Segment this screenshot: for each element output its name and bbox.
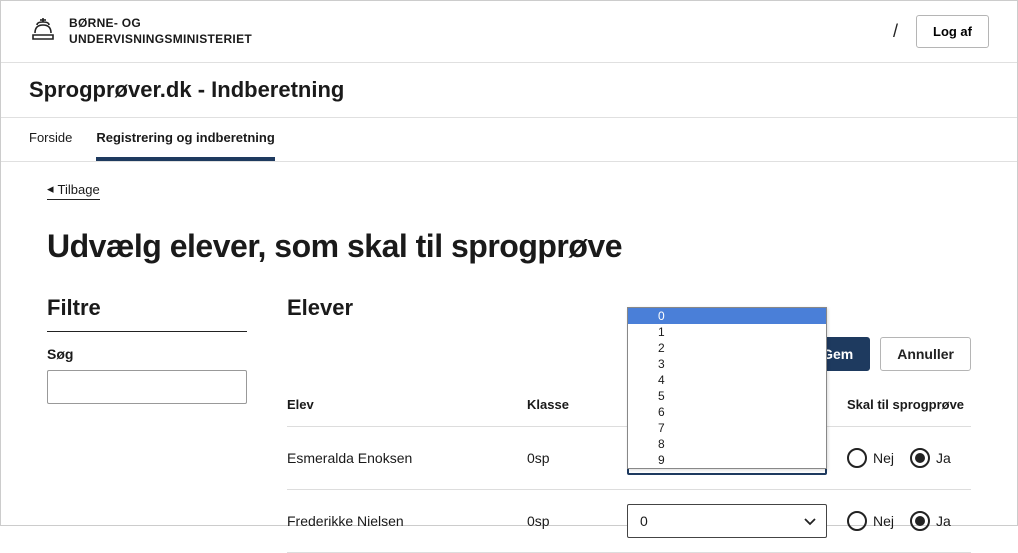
chevron-down-icon xyxy=(804,513,816,529)
cancel-button[interactable]: Annuller xyxy=(880,337,971,371)
dropdown-item[interactable]: 5 xyxy=(628,388,826,404)
dropdown-item[interactable]: 9 xyxy=(628,452,826,468)
students-table: Elev Klasse Skal til sprogprøve Esmerald… xyxy=(287,383,971,553)
radio-ja[interactable]: Ja xyxy=(910,511,951,531)
radio-label-nej: Nej xyxy=(873,450,894,466)
attempts-select-wrap: 0 1 2 3 4 5 6 7 8 9 0 xyxy=(627,441,847,475)
students-panel: Elever Gem Annuller Elev Klasse Skal til… xyxy=(287,295,971,553)
divider xyxy=(47,331,247,332)
dropdown-item[interactable]: 2 xyxy=(628,340,826,356)
dropdown-item[interactable]: 3 xyxy=(628,356,826,372)
radio-nej[interactable]: Nej xyxy=(847,448,894,468)
tab-registrering[interactable]: Registrering og indberetning xyxy=(96,118,274,161)
chevron-left-icon: ◂ xyxy=(47,181,54,197)
user-separator: / xyxy=(893,21,898,42)
table-row: Esmeralda Enoksen 0sp 0 1 2 3 4 5 6 7 xyxy=(287,427,971,490)
ministry-name: BØRNE- OG UNDERVISNINGSMINISTERIET xyxy=(69,16,252,47)
radio-circle-icon xyxy=(910,448,930,468)
brand: BØRNE- OG UNDERVISNINGSMINISTERIET xyxy=(29,15,252,48)
radio-label-ja: Ja xyxy=(936,450,951,466)
dropdown-item[interactable]: 1 xyxy=(628,324,826,340)
app-title: Sprogprøver.dk - Indberetning xyxy=(29,77,989,103)
topbar-right: / Log af xyxy=(893,15,989,48)
dropdown-item[interactable]: 8 xyxy=(628,436,826,452)
radio-nej[interactable]: Nej xyxy=(847,511,894,531)
dropdown-list[interactable]: 0 1 2 3 4 5 6 7 8 9 xyxy=(627,307,827,469)
dropdown-item[interactable]: 4 xyxy=(628,372,826,388)
crown-icon xyxy=(29,15,57,48)
search-input[interactable] xyxy=(47,370,247,404)
back-link[interactable]: ◂ Tilbage xyxy=(47,181,100,200)
col-elev: Elev xyxy=(287,397,527,412)
student-name: Frederikke Nielsen xyxy=(287,513,527,529)
radio-group: Nej Ja xyxy=(847,511,971,531)
radio-circle-icon xyxy=(847,448,867,468)
dropdown-item[interactable]: 7 xyxy=(628,420,826,436)
attempts-select[interactable]: 0 xyxy=(627,504,827,538)
filters-panel: Filtre Søg xyxy=(47,295,247,553)
attempts-select-wrap: 0 xyxy=(627,504,847,538)
dropdown-item[interactable]: 6 xyxy=(628,404,826,420)
radio-label-nej: Nej xyxy=(873,513,894,529)
tab-forside[interactable]: Forside xyxy=(29,118,72,161)
action-buttons: Gem Annuller xyxy=(805,337,971,371)
dropdown-item[interactable]: 0 xyxy=(628,308,826,324)
layout: Filtre Søg Elever Gem Annuller Elev Klas… xyxy=(47,295,971,553)
topbar: BØRNE- OG UNDERVISNINGSMINISTERIET / Log… xyxy=(1,1,1017,63)
content: ◂ Tilbage Udvælg elever, som skal til sp… xyxy=(1,162,1017,553)
filters-title: Filtre xyxy=(47,295,247,321)
student-name: Esmeralda Enoksen xyxy=(287,450,527,466)
radio-circle-icon xyxy=(847,511,867,531)
student-class: 0sp xyxy=(527,513,627,529)
search-label: Søg xyxy=(47,346,247,362)
logout-button[interactable]: Log af xyxy=(916,15,989,48)
select-value: 0 xyxy=(640,513,648,529)
back-label: Tilbage xyxy=(58,182,100,197)
radio-group: Nej Ja xyxy=(847,448,971,468)
page-heading: Udvælg elever, som skal til sprogprøve xyxy=(47,228,971,265)
radio-circle-icon xyxy=(910,511,930,531)
titlebar: Sprogprøver.dk - Indberetning xyxy=(1,63,1017,118)
col-skal-til: Skal til sprogprøve xyxy=(847,397,971,412)
table-row: Frederikke Nielsen 0sp 0 Nej xyxy=(287,490,971,553)
radio-ja[interactable]: Ja xyxy=(910,448,951,468)
radio-label-ja: Ja xyxy=(936,513,951,529)
students-title: Elever xyxy=(287,295,353,321)
col-klasse: Klasse xyxy=(527,397,627,412)
tabs: Forside Registrering og indberetning xyxy=(1,118,1017,162)
student-class: 0sp xyxy=(527,450,627,466)
